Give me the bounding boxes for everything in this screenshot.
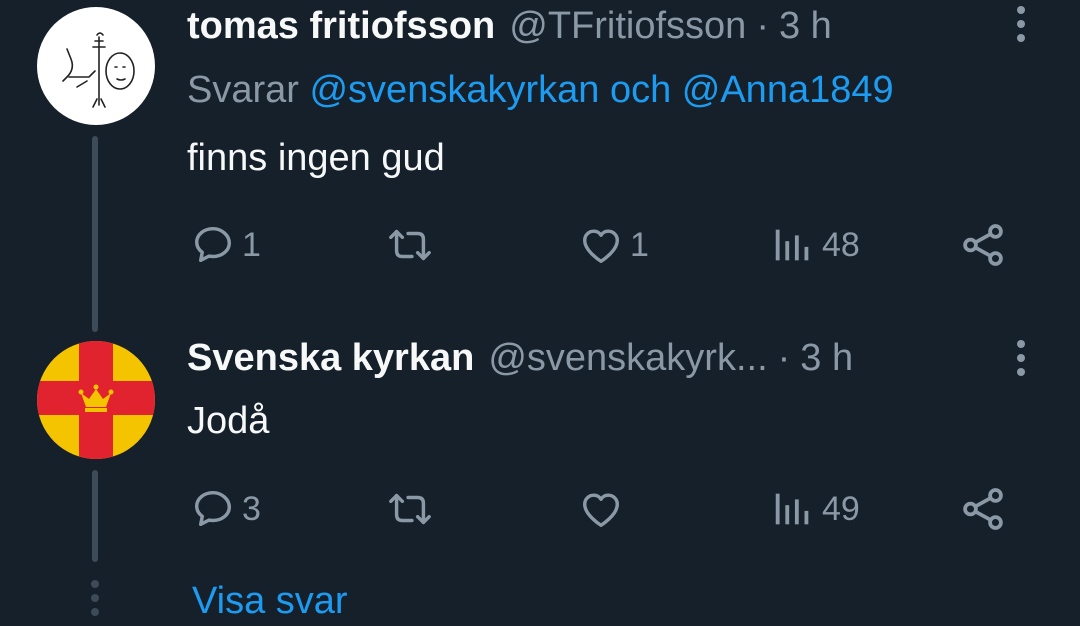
tweet-header: tomas fritiofsson @TFritiofsson · 3 h xyxy=(187,2,832,50)
reply-button[interactable]: 3 xyxy=(190,484,261,534)
author-handle[interactable]: @svenskakyrk... xyxy=(488,334,767,382)
thread-dot xyxy=(91,594,99,602)
separator-dot: · xyxy=(777,337,791,379)
comment-icon xyxy=(194,490,232,527)
show-replies-link[interactable]: Visa svar xyxy=(192,576,348,626)
tweet-text: finns ingen gud xyxy=(187,137,445,179)
replying-to: Svarar @svenskakyrkan och @Anna1849 xyxy=(187,66,894,114)
timestamp[interactable]: 3 h xyxy=(800,334,853,382)
views-chart-icon xyxy=(775,493,809,525)
more-options-icon[interactable] xyxy=(1006,336,1036,380)
retweet-button[interactable] xyxy=(384,220,436,270)
tweet-text: Jodå xyxy=(187,400,270,442)
like-count: 1 xyxy=(630,225,649,264)
share-icon xyxy=(963,224,1003,266)
author-handle[interactable]: @TFritiofsson xyxy=(509,2,746,50)
like-button[interactable]: 1 xyxy=(578,220,649,270)
retweet-icon xyxy=(389,229,431,261)
reply-button[interactable]: 1 xyxy=(190,220,261,270)
view-count: 49 xyxy=(822,489,860,528)
view-count: 48 xyxy=(822,225,860,264)
views-button[interactable]: 49 xyxy=(770,484,860,534)
avatar[interactable] xyxy=(37,7,155,125)
comment-icon xyxy=(194,226,232,263)
replying-to-label: Svarar xyxy=(187,69,299,111)
share-button[interactable] xyxy=(958,220,1008,270)
reply-count: 3 xyxy=(242,489,261,528)
views-chart-icon xyxy=(775,229,809,261)
like-button[interactable] xyxy=(578,484,624,534)
thread-dot xyxy=(91,580,99,588)
reply-count: 1 xyxy=(242,225,261,264)
thread-line xyxy=(92,136,98,332)
tweet-header: Svenska kyrkan @svenskakyrk... · 3 h xyxy=(187,334,853,382)
share-button[interactable] xyxy=(958,484,1008,534)
timestamp[interactable]: 3 h xyxy=(779,2,832,50)
author-name[interactable]: Svenska kyrkan xyxy=(187,334,474,382)
views-button[interactable]: 48 xyxy=(770,220,860,270)
reply-mentions-link[interactable]: @svenskakyrkan och @Anna1849 xyxy=(309,69,893,111)
share-icon xyxy=(963,488,1003,530)
separator-dot: · xyxy=(756,5,769,47)
retweet-button[interactable] xyxy=(384,484,436,534)
avatar[interactable] xyxy=(37,341,155,459)
thread-dot xyxy=(91,608,99,616)
more-options-icon[interactable] xyxy=(1006,2,1036,46)
thread-line xyxy=(92,470,98,562)
heart-icon xyxy=(582,229,620,264)
author-name[interactable]: tomas fritiofsson xyxy=(187,2,495,50)
heart-icon xyxy=(582,493,620,528)
retweet-icon xyxy=(389,493,431,525)
